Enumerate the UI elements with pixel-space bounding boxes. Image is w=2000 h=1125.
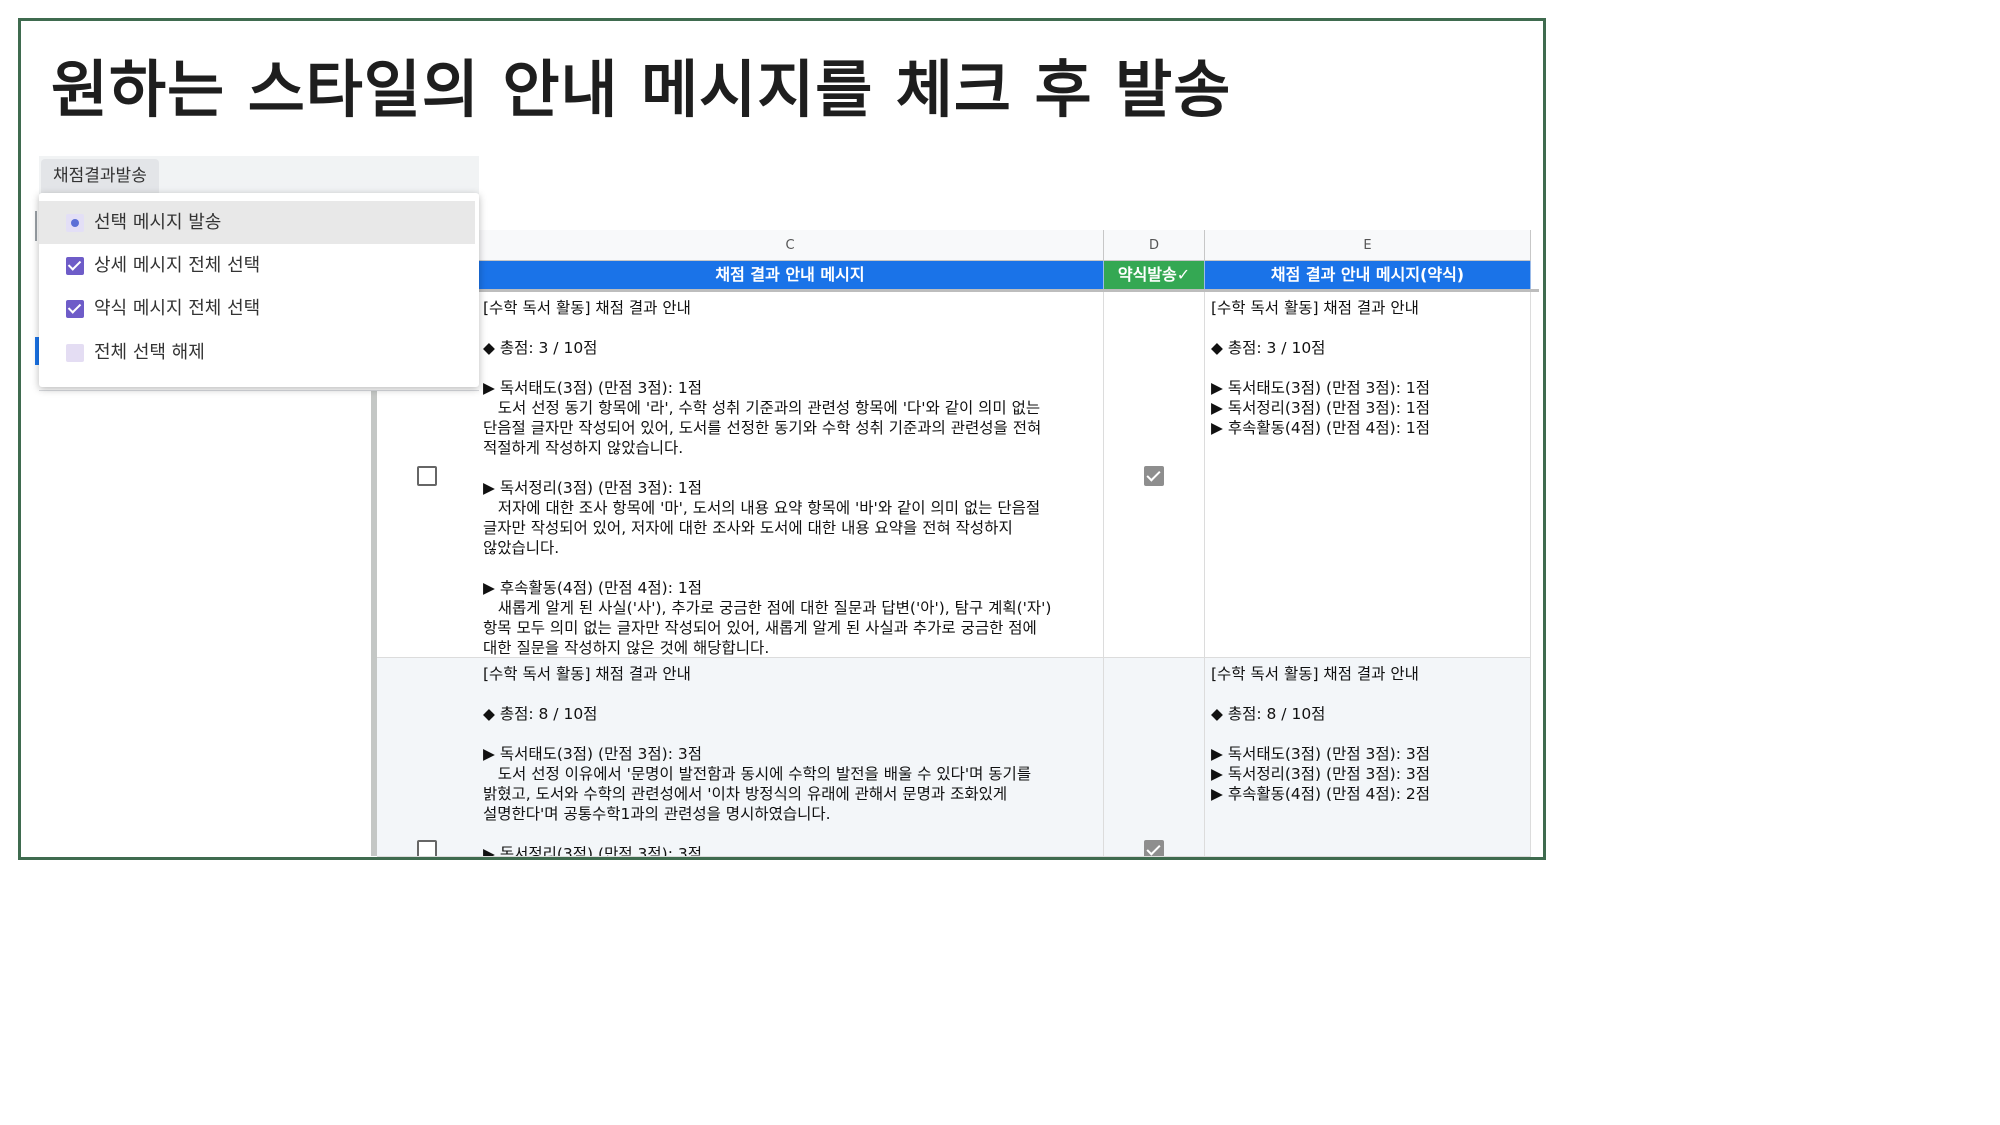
brief-send-checkbox[interactable] (1144, 840, 1164, 856)
dropdown-menu: 선택 메시지 발송 상세 메시지 전체 선택 약식 메시지 전체 선택 전체 선… (39, 193, 479, 387)
detail-message-cell[interactable]: [수학 독서 활동] 채점 결과 안내 ◆ 총점: 8 / 10점 ▶ 독서태도… (477, 658, 1104, 857)
brief-message-cell[interactable]: [수학 독서 활동] 채점 결과 안내 ◆ 총점: 8 / 10점 ▶ 독서태도… (1205, 658, 1531, 857)
detail-select-checkbox[interactable] (417, 466, 437, 486)
grading-result-send-menu[interactable]: 채점결과발송 (41, 159, 159, 193)
menu-item-select-all-detail[interactable]: 상세 메시지 전체 선택 (39, 244, 475, 287)
checkbox-checked-icon (66, 257, 84, 275)
brief-send-cell[interactable] (1104, 292, 1205, 658)
menu-item-label: 상세 메시지 전체 선택 (94, 255, 261, 276)
header-brief-send[interactable]: 약식발송✓ (1104, 261, 1205, 289)
slide-title: 원하는 스타일의 안내 메시지를 체크 후 발송 (51, 53, 1232, 126)
input-edge (35, 211, 37, 241)
column-header-e[interactable]: E (1205, 230, 1531, 261)
checkbox-checked-icon (66, 300, 84, 318)
header-detail-message[interactable]: 채점 결과 안내 메시지 (477, 261, 1104, 289)
radio-dot-icon (66, 214, 84, 232)
column-header-c[interactable]: C (477, 230, 1104, 261)
brief-send-cell[interactable] (1104, 658, 1205, 857)
menu-item-label: 선택 메시지 발송 (94, 212, 222, 233)
checkbox-empty-icon (66, 344, 84, 362)
menu-item-deselect-all[interactable]: 전체 선택 해제 (39, 331, 475, 374)
menu-item-label: 약식 메시지 전체 선택 (94, 298, 261, 319)
brief-send-checkbox[interactable] (1144, 466, 1164, 486)
detail-message-cell[interactable]: [수학 독서 활동] 채점 결과 안내 ◆ 총점: 3 / 10점 ▶ 독서태도… (477, 292, 1104, 658)
header-brief-message[interactable]: 채점 결과 안내 메시지(약식) (1205, 261, 1531, 289)
menu-item-select-all-brief[interactable]: 약식 메시지 전체 선택 (39, 287, 475, 330)
detail-select-checkbox[interactable] (417, 840, 437, 856)
checkbox-cell[interactable] (377, 658, 477, 857)
menu-bar: 채점결과발송 (39, 156, 479, 194)
menu-item-label: 전체 선택 해제 (94, 342, 205, 363)
column-header-d[interactable]: D (1104, 230, 1205, 261)
slide-frame: 원하는 스타일의 안내 메시지를 체크 후 발송 C D E 채점 결과 안내 … (18, 18, 1546, 860)
menu-item-send-selected[interactable]: 선택 메시지 발송 (39, 201, 475, 244)
brief-message-cell[interactable]: [수학 독서 활동] 채점 결과 안내 ◆ 총점: 3 / 10점 ▶ 독서태도… (1205, 292, 1531, 658)
